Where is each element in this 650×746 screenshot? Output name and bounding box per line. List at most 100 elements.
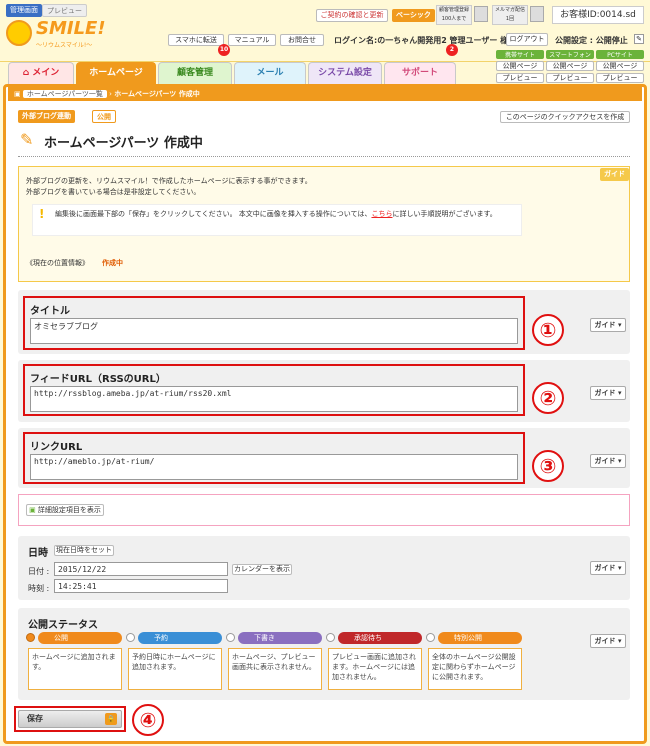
support-badge: 2 xyxy=(446,44,458,56)
preview-tag[interactable]: プレビュー xyxy=(42,4,87,17)
logo-subtitle: 〜リウムスマイル!〜 xyxy=(36,42,93,49)
site-sp-preview-button[interactable]: プレビュー xyxy=(546,73,594,83)
plus-icon: ▣ xyxy=(29,506,38,514)
status-pending-desc: プレビュー画面に追加されます。ホームページには追加されません。 xyxy=(328,648,422,690)
tab-main[interactable]: ⌂ メイン xyxy=(8,62,74,84)
status-special-desc: 全体のホームページ公開設定に関わらずホームページに公開されます。 xyxy=(428,648,522,690)
date-input[interactable]: 2015/12/22 xyxy=(54,562,228,576)
tab-mail[interactable]: メール xyxy=(234,62,306,84)
status-pending-label: 承認待ち xyxy=(338,632,422,644)
breadcrumb-current: ホームページパーツ 作成中 xyxy=(114,90,200,98)
link-label: リンクURL xyxy=(30,442,83,453)
status-guide-button[interactable]: ガイド ▾ xyxy=(590,634,626,648)
site-pc-preview-button[interactable]: プレビュー xyxy=(596,73,644,83)
warning-text-end: に詳しい手順説明がございます。 xyxy=(392,210,497,218)
site-sp-public-button[interactable]: 公開ページ xyxy=(546,61,594,71)
status-special-label: 特別公開 xyxy=(438,632,522,644)
datetime-label: 日時 xyxy=(28,548,48,559)
mail-limit: メルマガ配信 1回 xyxy=(492,5,528,25)
tab-customer[interactable]: 顧客管理 xyxy=(158,62,232,84)
title-input[interactable]: オミセラブブログ xyxy=(30,318,518,344)
logout-button[interactable]: ログアウト xyxy=(506,33,548,46)
time-input[interactable]: 14:25:41 xyxy=(54,579,228,593)
status-reserve-desc: 予約日時にホームページに追加されます。 xyxy=(128,648,222,690)
tab-system[interactable]: システム設定 xyxy=(308,62,382,84)
marker-1: ① xyxy=(532,314,564,346)
site-mobile-preview-button[interactable]: プレビュー xyxy=(496,73,544,83)
site-pc-public-button[interactable]: 公開ページ xyxy=(596,61,644,71)
status-option-public[interactable]: 公開 ホームページに追加されます。 xyxy=(26,632,124,692)
home-icon: ⌂ xyxy=(22,68,33,78)
set-now-button[interactable]: 現在日時をセット xyxy=(54,545,114,556)
status-option-draft[interactable]: 下書き ホームページ、プレビュー画面共に表示されません。 xyxy=(226,632,324,692)
site-mobile: 携帯サイト 公開ページ プレビュー xyxy=(496,50,544,83)
feed-label: フィードURL（RSSのURL） xyxy=(30,374,166,385)
sp-transfer-link[interactable]: スマホに転送 xyxy=(168,34,224,46)
location-label: 《現在の位置情報》 xyxy=(26,259,89,267)
site-smartphone: スマートフォン 公開ページ プレビュー xyxy=(546,50,594,83)
status-draft-desc: ホームページ、プレビュー画面共に表示されません。 xyxy=(228,648,322,690)
mail-icon xyxy=(530,6,544,22)
page-title: ホームページパーツ 作成中 xyxy=(44,136,203,151)
smile-logo-icon xyxy=(6,20,32,46)
datetime-guide-button[interactable]: ガイド ▾ xyxy=(590,561,626,575)
member-limit: 顧客管理登録 100人まで xyxy=(436,5,472,25)
link-input[interactable]: http://ameblo.jp/at-rium/ xyxy=(30,454,518,480)
title-divider xyxy=(18,156,630,157)
warning-note: ! 編集後に画面最下部の「保存」をクリックしてください。 本文中に画像を挿入する… xyxy=(32,204,522,236)
site-pc: PCサイト 公開ページ プレビュー xyxy=(596,50,644,83)
site-mobile-public-button[interactable]: 公開ページ xyxy=(496,61,544,71)
tab-support[interactable]: サポート xyxy=(384,62,456,84)
date-label: 日付 : xyxy=(28,567,50,576)
site-sp-label: スマートフォン xyxy=(546,50,594,59)
status-option-pending[interactable]: 承認待ち プレビュー画面に追加されます。ホームページには追加されません。 xyxy=(326,632,424,692)
calendar-button[interactable]: カレンダーを表示 xyxy=(232,564,292,575)
radio-draft[interactable] xyxy=(226,633,235,642)
quick-access-button[interactable]: このページのクイックアクセスを作成 xyxy=(500,111,630,123)
marker-2: ② xyxy=(532,382,564,414)
feed-guide-button[interactable]: ガイド ▾ xyxy=(590,386,626,400)
title-guide-button[interactable]: ガイド ▾ xyxy=(590,318,626,332)
breadcrumb-parent[interactable]: ホームページパーツ一覧 xyxy=(22,90,107,98)
marker-3: ③ xyxy=(532,450,564,482)
public-tag: 公開 xyxy=(92,110,116,123)
plan-badge: ベーシック xyxy=(392,9,435,22)
publish-setting: 公開設定 : 公開停止 xyxy=(555,36,628,45)
radio-reserve[interactable] xyxy=(126,633,135,642)
warning-text: 編集後に画面最下部の「保存」をクリックしてください。 本文中に画像を挿入する操作… xyxy=(55,210,372,218)
pencil-icon: ✎ xyxy=(20,130,34,149)
logo-text: SMILE! xyxy=(36,18,106,39)
manual-link[interactable]: マニュアル xyxy=(228,34,276,46)
login-name: ログイン名:の一ちゃん開発用2 管理ユーザー 様 xyxy=(334,36,509,45)
status-option-reserve[interactable]: 予約 予約日時にホームページに追加されます。 xyxy=(126,632,224,692)
guide-line-1: 外部ブログの更新を、リウムスマイル！で作成したホームページに表示する事ができます… xyxy=(26,177,312,185)
advanced-button[interactable]: ▣ 詳細設定項目を表示 xyxy=(26,504,104,516)
contract-link[interactable]: ご契約の確認と更新 xyxy=(316,9,388,22)
home-icon: ▣ xyxy=(14,90,23,98)
radio-pending[interactable] xyxy=(326,633,335,642)
help-link[interactable]: こちら xyxy=(371,210,392,218)
save-button[interactable]: 保存 🔒 xyxy=(18,710,122,728)
status-option-special[interactable]: 特別公開 全体のホームページ公開設定に関わらずホームページに公開されます。 xyxy=(426,632,524,692)
link-guide-button[interactable]: ガイド ▾ xyxy=(590,454,626,468)
feed-input[interactable]: http://rssblog.ameba.jp/at-rium/rss20.xm… xyxy=(30,386,518,412)
radio-public[interactable] xyxy=(26,633,35,642)
external-blog-tag: 外部ブログ連動 xyxy=(18,110,75,123)
admin-tag: 管理画面 xyxy=(6,4,42,17)
tab-homepage[interactable]: ホームページ xyxy=(76,62,156,84)
contact-link[interactable]: お問合せ xyxy=(280,34,324,46)
lock-icon: 🔒 xyxy=(105,713,117,725)
site-pc-label: PCサイト xyxy=(596,50,644,59)
radio-special[interactable] xyxy=(426,633,435,642)
customer-badge: 10 xyxy=(218,44,230,56)
member-icon xyxy=(474,6,488,22)
advanced-panel xyxy=(18,494,630,526)
warning-icon: ! xyxy=(39,207,45,221)
edit-icon[interactable]: ✎ xyxy=(634,34,644,44)
status-reserve-label: 予約 xyxy=(138,632,222,644)
title-label: タイトル xyxy=(30,306,70,317)
breadcrumb: ▣ ホームページパーツ一覧 › ホームページパーツ 作成中 xyxy=(8,87,642,101)
location-value: 作成中 xyxy=(102,259,123,267)
guide-line-2: 外部ブログを書いている場合は是非設定してください。 xyxy=(26,188,201,196)
customer-id: お客様ID:0014.sd xyxy=(552,6,644,24)
